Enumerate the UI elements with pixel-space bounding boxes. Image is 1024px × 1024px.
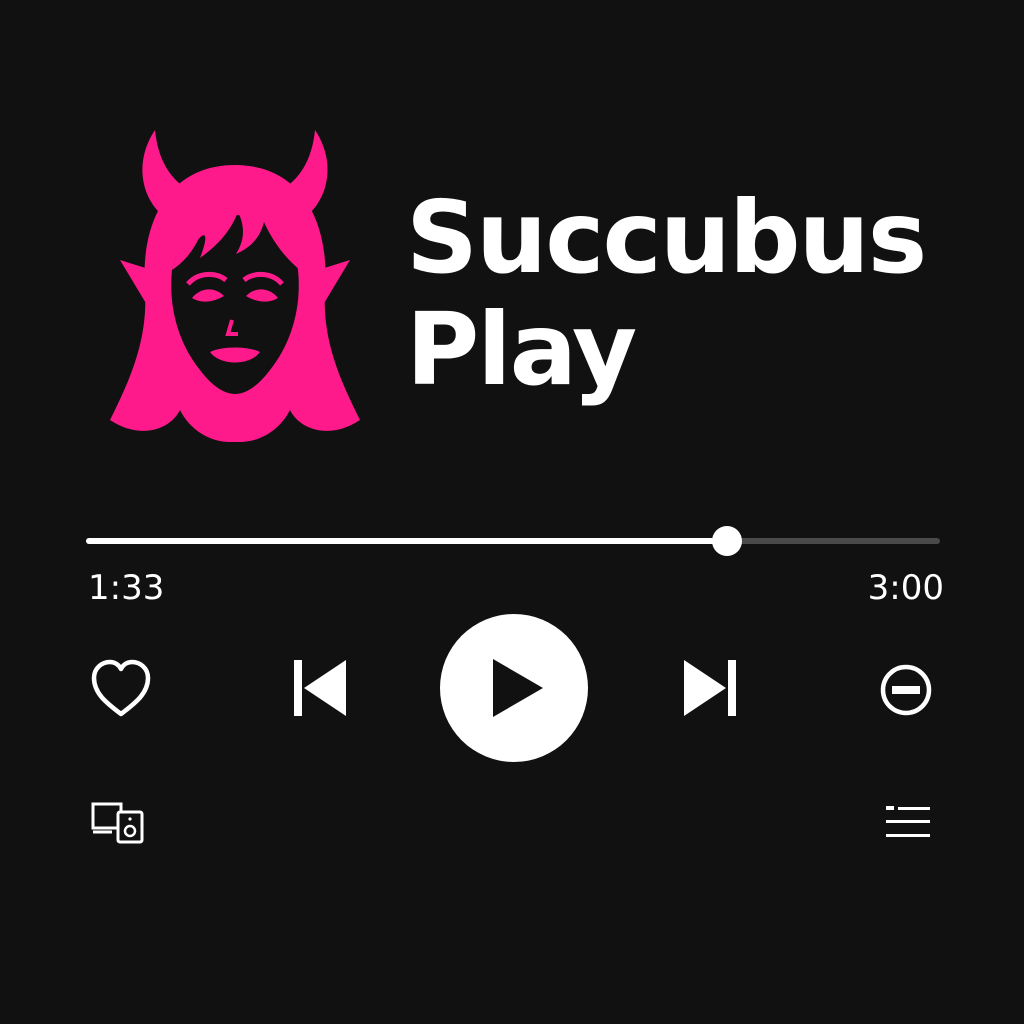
connect-devices-icon <box>91 802 144 844</box>
progress-fill <box>86 538 727 544</box>
queue-icon <box>886 806 930 837</box>
app-title: Succubus Play <box>406 179 927 408</box>
queue-button[interactable] <box>882 800 934 846</box>
play-button[interactable] <box>440 614 588 762</box>
app-title-line2: Play <box>406 291 637 408</box>
progress-bar[interactable] <box>86 526 940 556</box>
devices-button[interactable] <box>90 800 148 846</box>
next-button[interactable] <box>678 656 742 720</box>
heart-icon <box>91 659 151 717</box>
progress-thumb[interactable] <box>711 526 742 556</box>
previous-button[interactable] <box>288 656 352 720</box>
play-icon <box>493 659 543 717</box>
like-button[interactable] <box>88 656 154 722</box>
skip-previous-icon <box>294 660 346 716</box>
elapsed-time: 1:33 <box>88 568 165 608</box>
app-title-line1: Succubus <box>406 179 927 296</box>
remove-button[interactable] <box>878 662 934 718</box>
skip-next-icon <box>684 660 736 716</box>
succubus-logo-icon <box>100 120 370 460</box>
total-time: 3:00 <box>867 568 944 608</box>
player-screen: Succubus Play 1:33 3:00 <box>0 0 1024 1024</box>
minus-circle-icon <box>880 664 932 716</box>
